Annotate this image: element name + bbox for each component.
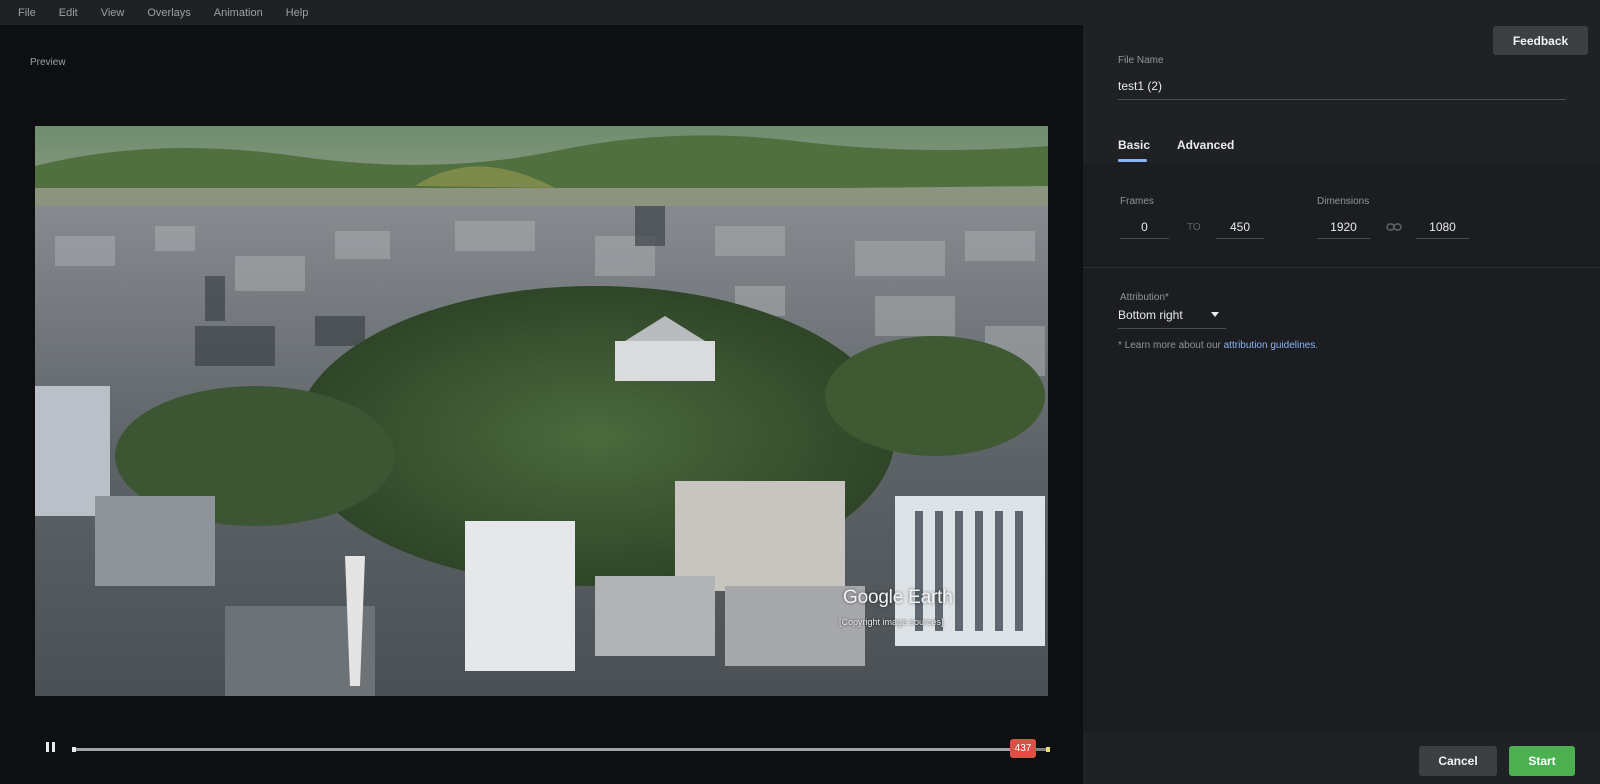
timeline-progress — [74, 748, 1020, 751]
chevron-down-icon — [1211, 312, 1219, 317]
tab-basic[interactable]: Basic — [1118, 138, 1150, 152]
preview-frame: Google Earth [Copyright image sources] — [35, 126, 1048, 696]
timeline-start-marker[interactable] — [72, 747, 76, 752]
menu-overlays[interactable]: Overlays — [147, 7, 190, 19]
attribution-note-text: * Learn more about our — [1118, 340, 1224, 351]
panel-content-area — [1083, 163, 1600, 733]
dimensions-label: Dimensions — [1317, 196, 1370, 207]
start-button[interactable]: Start — [1509, 746, 1575, 776]
menu-view[interactable]: View — [101, 7, 125, 19]
attribution-note: * Learn more about our attribution guide… — [1118, 340, 1318, 351]
copyright-text[interactable]: [Copyright image sources] — [839, 617, 944, 627]
cancel-button[interactable]: Cancel — [1419, 746, 1497, 776]
attribution-select[interactable]: Bottom right — [1118, 305, 1226, 329]
file-name-underline — [1118, 99, 1566, 100]
divider — [1083, 267, 1600, 268]
menu-edit[interactable]: Edit — [59, 7, 78, 19]
link-icon[interactable] — [1386, 222, 1402, 232]
attribution-guidelines-link[interactable]: attribution guidelines — [1224, 340, 1316, 351]
frames-to-input[interactable]: 450 — [1216, 215, 1264, 239]
preview-label: Preview — [30, 57, 66, 68]
playhead-frame-badge[interactable]: 437 — [1010, 739, 1036, 758]
timeline-end-marker[interactable] — [1046, 747, 1050, 752]
tab-advanced[interactable]: Advanced — [1177, 138, 1234, 152]
menu-help[interactable]: Help — [286, 7, 309, 19]
file-name-label: File Name — [1118, 55, 1164, 66]
attribution-label: Attribution* — [1120, 292, 1169, 303]
file-name-input[interactable]: test1 (2) — [1118, 79, 1162, 93]
frames-to-label: TO — [1187, 222, 1201, 233]
menu-bar: File Edit View Overlays Animation Help — [0, 0, 1600, 25]
google-earth-watermark: Google Earth — [843, 587, 953, 608]
settings-panel: Feedback File Name test1 (2) Basic Advan… — [1083, 25, 1600, 784]
timeline-track[interactable] — [72, 747, 1050, 752]
attribution-note-suffix: . — [1315, 340, 1319, 351]
menu-file[interactable]: File — [18, 7, 36, 19]
aerial-city-image — [35, 126, 1048, 696]
frames-label: Frames — [1120, 196, 1154, 207]
feedback-button[interactable]: Feedback — [1493, 26, 1588, 55]
pause-icon[interactable] — [43, 740, 57, 754]
preview-area: Preview Google Earth [Copyright image so… — [0, 25, 1083, 784]
height-input[interactable]: 1080 — [1416, 215, 1469, 239]
attribution-value: Bottom right — [1118, 308, 1183, 322]
width-input[interactable]: 1920 — [1317, 215, 1370, 239]
menu-animation[interactable]: Animation — [214, 7, 263, 19]
frames-from-input[interactable]: 0 — [1120, 215, 1169, 239]
active-tab-indicator — [1118, 159, 1147, 162]
